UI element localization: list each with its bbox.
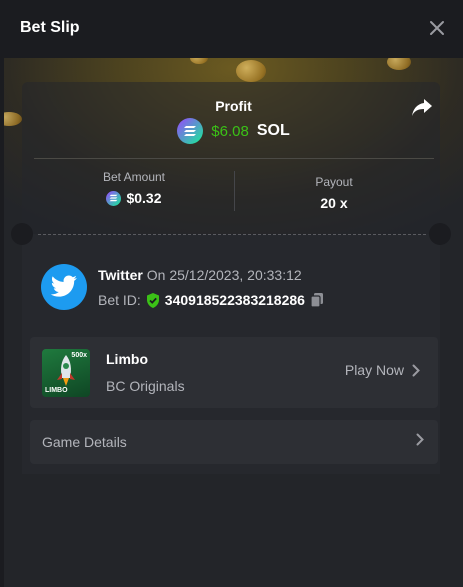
game-name: Limbo [106, 351, 148, 367]
payout-label: Payout [315, 175, 353, 189]
solana-icon [177, 118, 204, 144]
ticket-notch [11, 223, 33, 245]
dashed-separator [38, 234, 426, 235]
thumb-multiplier: 500x [71, 352, 87, 359]
share-icon[interactable] [411, 98, 433, 118]
game-thumbnail: 500x LIMBO [42, 349, 90, 397]
bet-date: On 25/12/2023, 20:33:12 [146, 267, 302, 283]
twitter-icon [41, 264, 87, 310]
profit-currency: SOL [256, 122, 290, 139]
ticket-notch [429, 223, 451, 245]
bet-id-line: Bet ID: 340918522383218286 [98, 292, 324, 308]
game-details-button[interactable]: Game Details [30, 420, 438, 464]
game-details-label: Game Details [42, 434, 127, 450]
thumb-title: LIMBO [45, 387, 68, 394]
page-title: Bet Slip [20, 19, 80, 36]
play-now-label: Play Now [344, 362, 404, 378]
play-now-button[interactable]: Play Now [345, 362, 420, 378]
game-row[interactable]: 500x LIMBO Limbo BC Originals Play Now [30, 337, 438, 408]
source-line: Twitter On 25/12/2023, 20:33:12 [98, 267, 302, 283]
bet-amount: Bet Amount $0.32 [34, 170, 234, 206]
bet-amount-value: $0.32 [126, 190, 162, 206]
game-provider: BC Originals [106, 378, 185, 394]
payout-value: 20 x [320, 195, 348, 211]
source-name: Twitter [98, 267, 143, 283]
coin-decoration [236, 60, 266, 82]
solana-icon [106, 190, 122, 206]
payout: Payout 20 x [234, 170, 434, 211]
chevron-right-icon [416, 433, 424, 446]
chevron-right-icon [412, 364, 420, 376]
bet-amount-row: $0.32 [34, 190, 234, 206]
header: Bet Slip [0, 0, 463, 58]
bet-id-label: Bet ID: [98, 292, 141, 308]
bet-slip-panel: Profit $6.08 SOL Bet Amount $0.32 Payout… [4, 58, 463, 587]
copy-icon[interactable] [310, 292, 324, 308]
bet-id-value: 340918522383218286 [164, 292, 305, 308]
profit-amount: $6.08 [211, 122, 249, 140]
close-icon[interactable] [428, 19, 446, 37]
bet-amount-label: Bet Amount [102, 170, 166, 184]
profit-row: $6.08 SOL [4, 118, 463, 144]
profit-label: Profit [215, 98, 252, 114]
divider [34, 158, 434, 159]
verified-shield-icon [146, 292, 159, 308]
